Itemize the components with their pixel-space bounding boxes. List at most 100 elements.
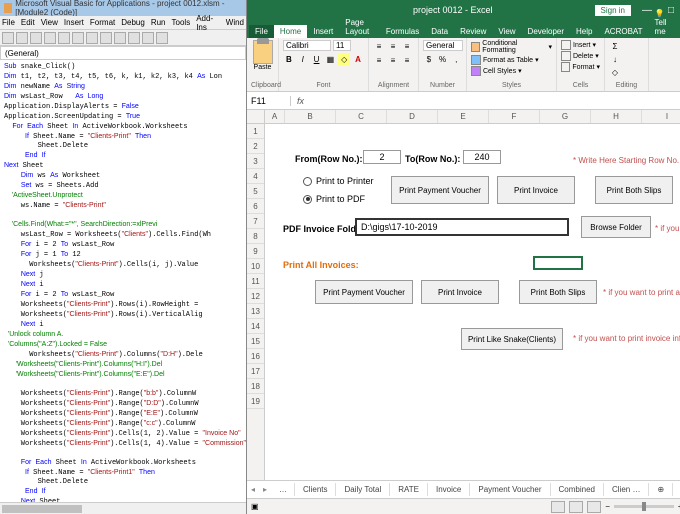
- col-header[interactable]: B: [285, 110, 336, 123]
- vba-tb-design-icon[interactable]: [156, 32, 168, 44]
- row-header[interactable]: 1: [247, 124, 264, 139]
- row-header[interactable]: 18: [247, 379, 264, 394]
- align-right-icon[interactable]: ≡: [401, 54, 413, 66]
- border-icon[interactable]: ▦: [324, 53, 336, 65]
- print-invoice-button-2[interactable]: Print Invoice: [421, 280, 499, 304]
- browse-folder-button[interactable]: Browse Folder: [581, 216, 651, 238]
- row-header[interactable]: 11: [247, 274, 264, 289]
- col-header[interactable]: G: [540, 110, 591, 123]
- row-header[interactable]: 15: [247, 334, 264, 349]
- print-to-pdf-radio[interactable]: Print to PDF: [303, 194, 365, 204]
- view-page-break-icon[interactable]: [587, 501, 601, 513]
- row-header[interactable]: 8: [247, 229, 264, 244]
- bold-icon[interactable]: B: [283, 53, 295, 65]
- print-invoice-button-1[interactable]: Print Invoice: [497, 176, 575, 204]
- print-both-slips-button-2[interactable]: Print Both Slips: [519, 280, 597, 304]
- comma-icon[interactable]: ,: [450, 53, 462, 65]
- vba-tb-undo-icon[interactable]: [86, 32, 98, 44]
- cells-area[interactable]: From(Row No.): 2 To(Row No.): 240 * Writ…: [265, 124, 680, 480]
- row-header[interactable]: 17: [247, 364, 264, 379]
- row-header[interactable]: 12: [247, 289, 264, 304]
- tab-data[interactable]: Data: [425, 25, 454, 38]
- vba-menu-run[interactable]: Run: [151, 18, 166, 27]
- vba-menu-edit[interactable]: Edit: [21, 18, 35, 27]
- format-as-table-button[interactable]: Format as Table ▾: [471, 55, 552, 65]
- row-header[interactable]: 13: [247, 304, 264, 319]
- number-format-select[interactable]: General: [423, 40, 463, 51]
- tell-me[interactable]: 💡 Tell me: [649, 7, 676, 38]
- delete-cells-button[interactable]: Delete ▾: [561, 51, 600, 61]
- name-box[interactable]: F11: [247, 96, 291, 106]
- font-color-icon[interactable]: A: [352, 53, 364, 65]
- clear-icon[interactable]: ◇: [609, 66, 621, 78]
- tab-help[interactable]: Help: [570, 25, 598, 38]
- sheet-tab-invoice[interactable]: Invoice: [428, 483, 470, 496]
- row-header[interactable]: 14: [247, 319, 264, 334]
- vba-menu-format[interactable]: Format: [90, 18, 115, 27]
- vba-menu-insert[interactable]: Insert: [64, 18, 84, 27]
- row-header[interactable]: 5: [247, 184, 264, 199]
- font-name-select[interactable]: Calibri: [283, 40, 331, 51]
- row-header[interactable]: 6: [247, 199, 264, 214]
- align-center-icon[interactable]: ≡: [387, 54, 399, 66]
- tab-developer[interactable]: Developer: [522, 25, 570, 38]
- row-header[interactable]: 16: [247, 349, 264, 364]
- row-header[interactable]: 7: [247, 214, 264, 229]
- autosum-icon[interactable]: Σ: [609, 40, 621, 52]
- vba-proc-dropdown[interactable]: (General): [0, 46, 246, 60]
- sheet-tab-clients[interactable]: Clients: [295, 483, 336, 496]
- tab-home[interactable]: Home: [274, 25, 307, 38]
- share-button[interactable]: 👤 Share: [676, 7, 680, 38]
- vba-tb-reset-icon[interactable]: [142, 32, 154, 44]
- vba-tb-paste-icon[interactable]: [58, 32, 70, 44]
- vba-menu-file[interactable]: File: [2, 18, 15, 27]
- font-size-select[interactable]: 11: [333, 40, 351, 51]
- row-header[interactable]: 3: [247, 154, 264, 169]
- col-header[interactable]: I: [642, 110, 680, 123]
- view-normal-icon[interactable]: [551, 501, 565, 513]
- col-header[interactable]: C: [336, 110, 387, 123]
- to-row-input[interactable]: 240: [463, 150, 501, 164]
- tab-formulas[interactable]: Formulas: [380, 25, 425, 38]
- tab-insert[interactable]: Insert: [307, 25, 339, 38]
- row-header[interactable]: 9: [247, 244, 264, 259]
- col-header[interactable]: E: [438, 110, 489, 123]
- sheet-tab-daily-total[interactable]: Daily Total: [336, 483, 390, 496]
- fill-icon[interactable]: ↓: [609, 53, 621, 65]
- paste-icon[interactable]: [253, 40, 273, 64]
- row-header[interactable]: 2: [247, 139, 264, 154]
- macro-record-icon[interactable]: ▣: [251, 502, 259, 511]
- italic-icon[interactable]: I: [297, 53, 309, 65]
- col-header[interactable]: F: [489, 110, 540, 123]
- tab-page-layout[interactable]: Page Layout: [339, 16, 380, 38]
- format-cells-button[interactable]: Format ▾: [561, 62, 600, 72]
- vba-tb-cut-icon[interactable]: [30, 32, 42, 44]
- print-both-slips-button-1[interactable]: Print Both Slips: [595, 176, 673, 204]
- print-payment-voucher-button-1[interactable]: Print Payment Voucher: [391, 176, 489, 204]
- zoom-out-icon[interactable]: −: [605, 502, 610, 511]
- sheet-tab-rate[interactable]: RATE: [390, 483, 428, 496]
- row-header[interactable]: 4: [247, 169, 264, 184]
- col-header[interactable]: A: [265, 110, 285, 123]
- vba-tb-copy-icon[interactable]: [44, 32, 56, 44]
- vba-menu-tools[interactable]: Tools: [172, 18, 191, 27]
- print-to-printer-radio[interactable]: Print to Printer: [303, 176, 374, 186]
- tab-review[interactable]: Review: [454, 25, 492, 38]
- from-row-input[interactable]: 2: [363, 150, 401, 164]
- vba-tb-run-icon[interactable]: [114, 32, 126, 44]
- new-sheet-button[interactable]: ⊕: [649, 483, 673, 496]
- vba-menu-window[interactable]: Wind: [226, 18, 244, 27]
- vba-tb-redo-icon[interactable]: [100, 32, 112, 44]
- percent-icon[interactable]: %: [437, 53, 449, 65]
- fill-color-icon[interactable]: ◇: [338, 53, 350, 65]
- view-page-layout-icon[interactable]: [569, 501, 583, 513]
- currency-icon[interactable]: $: [423, 53, 435, 65]
- vba-tb-break-icon[interactable]: [128, 32, 140, 44]
- sheet-nav-prev-icon[interactable]: ◂: [247, 485, 259, 494]
- align-left-icon[interactable]: ≡: [373, 54, 385, 66]
- sheet-nav-first[interactable]: …: [271, 483, 295, 496]
- sheet-tab-combined[interactable]: Combined: [551, 483, 604, 496]
- row-header[interactable]: 10: [247, 259, 264, 274]
- select-all-corner[interactable]: [247, 110, 265, 123]
- pdf-folder-input[interactable]: D:\gigs\17-10-2019: [355, 218, 569, 236]
